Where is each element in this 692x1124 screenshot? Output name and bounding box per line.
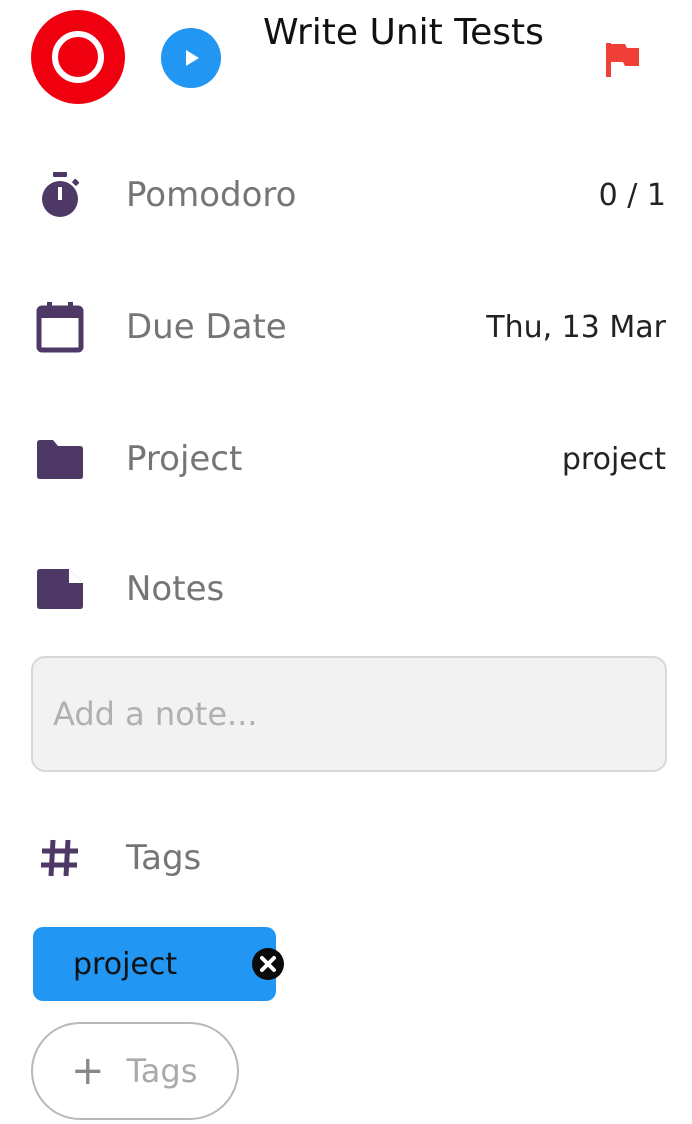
tag-chip-label: project xyxy=(73,946,178,982)
due-date-row[interactable]: Due Date Thu, 13 Mar xyxy=(0,297,692,357)
pomodoro-row[interactable]: Pomodoro 0 / 1 xyxy=(0,165,692,225)
complete-task-button[interactable] xyxy=(31,10,125,104)
add-tag-label: Tags xyxy=(126,1052,198,1090)
note-placeholder: Add a note... xyxy=(53,695,258,733)
due-date-label: Due Date xyxy=(126,307,287,347)
flag-icon[interactable] xyxy=(601,38,645,82)
notes-label: Notes xyxy=(126,569,225,609)
note-input[interactable]: Add a note... xyxy=(31,656,667,772)
play-icon xyxy=(186,50,199,66)
project-value[interactable]: project xyxy=(562,442,666,477)
plus-icon: + xyxy=(71,1048,105,1094)
pomodoro-count: 0 / 1 xyxy=(598,177,666,213)
project-label: Project xyxy=(126,439,243,479)
pomodoro-label: Pomodoro xyxy=(126,175,297,215)
remove-tag-icon[interactable] xyxy=(251,947,285,981)
circle-ring-icon xyxy=(52,31,104,83)
calendar-icon xyxy=(34,301,86,353)
add-tag-button[interactable]: + Tags xyxy=(31,1022,239,1120)
tag-chip[interactable]: project xyxy=(33,927,284,1001)
start-timer-button[interactable] xyxy=(161,28,221,88)
tags-row: Tags xyxy=(0,828,692,888)
notes-row: Notes xyxy=(0,559,692,619)
stopwatch-icon xyxy=(34,169,86,221)
task-title[interactable]: Write Unit Tests xyxy=(263,6,563,60)
due-date-value[interactable]: Thu, 13 Mar xyxy=(486,310,666,345)
hash-icon xyxy=(34,832,86,884)
project-row[interactable]: Project project xyxy=(0,429,692,489)
folder-icon xyxy=(34,433,86,485)
note-icon xyxy=(34,563,86,615)
tags-label: Tags xyxy=(126,838,202,878)
